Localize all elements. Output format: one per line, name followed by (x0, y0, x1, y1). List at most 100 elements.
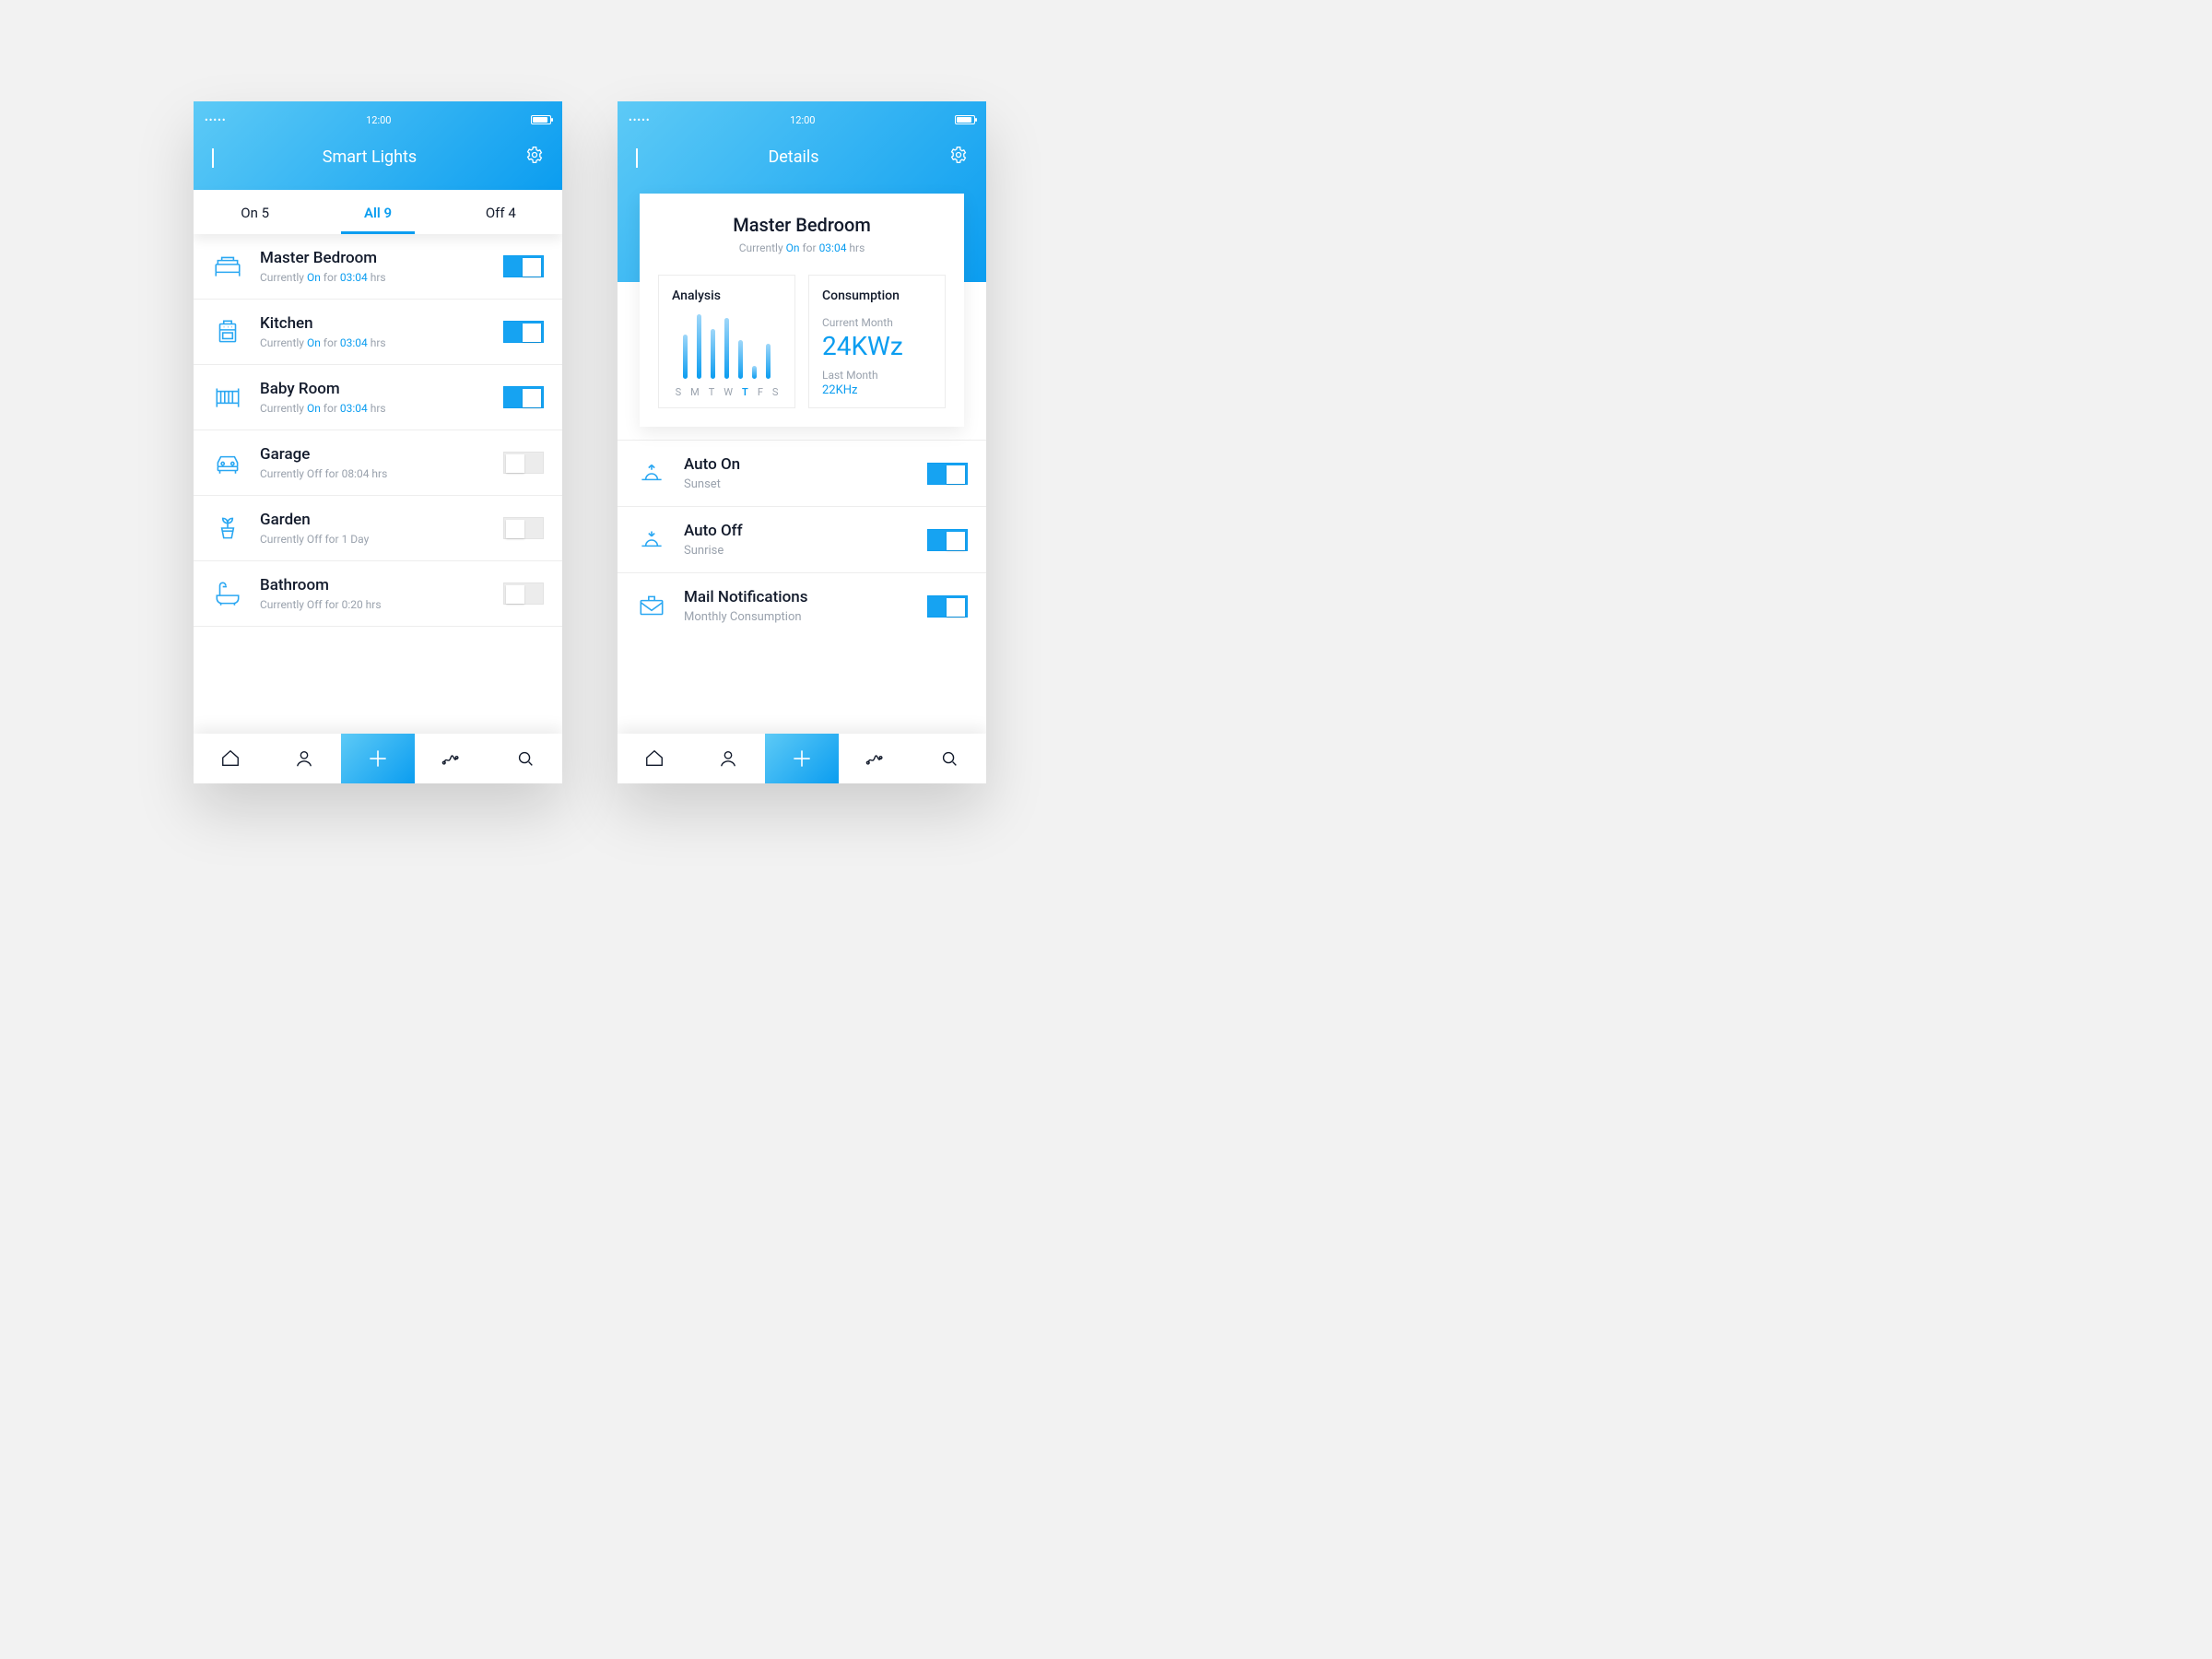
nav-add[interactable] (341, 734, 415, 783)
room-row[interactable]: Garden Currently Off for 1 Day (194, 496, 562, 561)
signal-dots-icon: ••••• (629, 114, 651, 126)
room-name: Garden (260, 511, 503, 529)
tab-off[interactable]: Off 4 (440, 190, 562, 234)
user-icon (294, 748, 314, 769)
signal-dots-icon: ••••• (205, 114, 227, 126)
toggle[interactable] (503, 386, 544, 408)
bed-icon (212, 251, 243, 282)
toggle[interactable] (927, 595, 968, 618)
settings-list: Auto On Sunset Auto Off Sunrise Mail Not… (618, 440, 986, 734)
setting-sub: Sunrise (684, 544, 927, 558)
nav-search[interactable] (912, 734, 986, 783)
consumption-panel[interactable]: Consumption Current Month 24KWz Last Mon… (808, 275, 946, 408)
setting-sub: Monthly Consumption (684, 610, 927, 624)
room-row[interactable]: Garage Currently Off for 08:04 hrs (194, 430, 562, 496)
nav-profile[interactable] (691, 734, 765, 783)
room-status: Currently On for 03:04 hrs (260, 271, 503, 284)
room-row[interactable]: Bathroom Currently Off for 0:20 hrs (194, 561, 562, 627)
toggle[interactable] (927, 529, 968, 551)
plus-icon (366, 747, 390, 771)
activity-icon (865, 748, 886, 769)
analysis-panel[interactable]: Analysis SMTWTFS (658, 275, 795, 408)
room-status: Currently Off for 0:20 hrs (260, 598, 503, 611)
bath-icon (212, 578, 243, 609)
home-icon (220, 748, 241, 769)
chart-bar (724, 318, 729, 379)
nav-activity[interactable] (839, 734, 912, 783)
room-row[interactable]: Baby Room Currently On for 03:04 hrs (194, 365, 562, 430)
chart-bar (752, 366, 757, 379)
room-row[interactable]: Kitchen Currently On for 03:04 hrs (194, 300, 562, 365)
current-month-value: 24KWz (822, 331, 932, 361)
battery-icon (531, 115, 551, 124)
sunrise-icon (636, 524, 667, 556)
current-month-label: Current Month (822, 316, 932, 329)
header: ••••• 12:00 Smart Lights (194, 101, 562, 190)
gear-icon (949, 146, 968, 164)
search-icon (515, 748, 535, 769)
chart-bar (738, 340, 743, 379)
nav-profile[interactable] (267, 734, 341, 783)
setting-row[interactable]: Auto On Sunset (618, 440, 986, 506)
day-label: T (742, 386, 748, 398)
setting-name: Auto On (684, 455, 927, 474)
back-button[interactable] (212, 148, 214, 166)
bottom-nav (194, 734, 562, 783)
chart-bar (766, 344, 771, 379)
day-label: W (724, 386, 733, 398)
analysis-days: SMTWTFS (672, 386, 782, 398)
setting-row[interactable]: Mail Notifications Monthly Consumption (618, 572, 986, 639)
nav-add[interactable] (765, 734, 839, 783)
room-name: Master Bedroom (260, 249, 503, 267)
nav-home[interactable] (194, 734, 267, 783)
chevron-left-icon (636, 148, 638, 168)
chart-bar (697, 314, 701, 379)
user-icon (718, 748, 738, 769)
page-title: Details (768, 147, 818, 167)
chart-bar (683, 335, 688, 379)
day-label: T (709, 386, 715, 398)
plus-icon (790, 747, 814, 771)
room-status: Currently On for 03:04 hrs (260, 402, 503, 415)
nav-row: Smart Lights (194, 127, 562, 190)
battery-icon (955, 115, 975, 124)
nav-home[interactable] (618, 734, 691, 783)
nav-search[interactable] (488, 734, 562, 783)
mail-icon (636, 591, 667, 622)
settings-button[interactable] (525, 146, 544, 168)
toggle[interactable] (503, 452, 544, 474)
toggle[interactable] (503, 517, 544, 539)
status-time: 12:00 (366, 114, 391, 126)
back-button[interactable] (636, 148, 638, 166)
gear-icon (525, 146, 544, 164)
tab-all[interactable]: All 9 (316, 190, 439, 234)
settings-button[interactable] (949, 146, 968, 168)
plant-icon (212, 512, 243, 544)
room-status: Currently Off for 1 Day (260, 533, 503, 546)
detail-subtitle: Currently On for 03:04 hrs (658, 241, 946, 254)
room-row[interactable]: Master Bedroom Currently On for 03:04 hr… (194, 234, 562, 300)
tab-on[interactable]: On 5 (194, 190, 316, 234)
room-list[interactable]: Master Bedroom Currently On for 03:04 hr… (194, 234, 562, 734)
status-bar: ••••• 12:00 (194, 109, 562, 127)
toggle[interactable] (503, 321, 544, 343)
toggle[interactable] (503, 582, 544, 605)
toggle[interactable] (927, 463, 968, 485)
status-time: 12:00 (790, 114, 815, 126)
detail-title: Master Bedroom (658, 214, 946, 236)
room-status: Currently Off for 08:04 hrs (260, 467, 503, 480)
last-month-label: Last Month (822, 369, 932, 382)
toggle[interactable] (503, 255, 544, 277)
last-month-value: 22KHz (822, 383, 932, 397)
setting-row[interactable]: Auto Off Sunrise (618, 506, 986, 572)
nav-activity[interactable] (415, 734, 488, 783)
filter-tabs: On 5 All 9 Off 4 (194, 190, 562, 234)
day-label: M (690, 386, 700, 398)
car-icon (212, 447, 243, 478)
analysis-bars (672, 312, 782, 379)
room-name: Bathroom (260, 576, 503, 594)
nav-row: Details (618, 127, 986, 190)
room-name: Kitchen (260, 314, 503, 333)
day-label: F (758, 386, 763, 398)
search-icon (939, 748, 959, 769)
